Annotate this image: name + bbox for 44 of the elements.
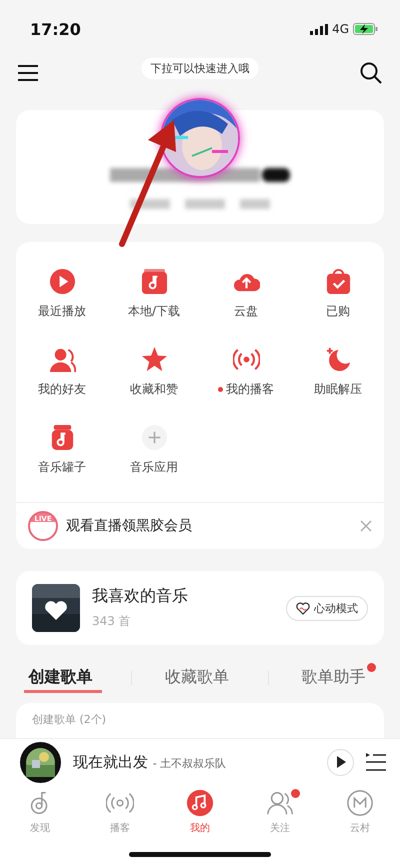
liked-music-card[interactable]: 我喜欢的音乐 343 首 心动模式 bbox=[16, 571, 384, 645]
playlist-icon[interactable] bbox=[366, 752, 386, 772]
shopping-bag-icon bbox=[324, 268, 352, 295]
shortcut-item[interactable]: 音乐应用 bbox=[108, 424, 200, 476]
friends-icon bbox=[48, 346, 76, 373]
shortcut-item[interactable]: 我的好友 bbox=[16, 346, 108, 398]
shortcut-item[interactable]: 音乐罐子 bbox=[16, 424, 108, 476]
heart-icon bbox=[296, 602, 310, 614]
mini-player[interactable]: 现在就出发 - 土不叔叔乐队 bbox=[0, 739, 400, 785]
music-album-icon bbox=[140, 268, 168, 295]
playlist-title: 我喜欢的音乐 bbox=[92, 586, 189, 607]
playlist-tab[interactable]: 歌单助手 bbox=[298, 663, 376, 693]
broadcast-icon bbox=[232, 346, 260, 373]
search-icon[interactable] bbox=[360, 62, 382, 84]
song-count: 343 首 bbox=[92, 613, 132, 630]
promo-text[interactable]: 观看直播领黑胶会员 bbox=[66, 517, 352, 535]
play-button[interactable] bbox=[327, 748, 354, 776]
add-icon bbox=[140, 424, 168, 451]
now-playing-text: 现在就出发 - 土不叔叔乐队 bbox=[73, 752, 228, 772]
nav-tab[interactable]: 我的 bbox=[178, 789, 222, 837]
playlist-tab[interactable]: 创建歌单 bbox=[24, 663, 102, 693]
village-icon bbox=[346, 789, 374, 817]
heartbeat-mode-button[interactable]: 心动模式 bbox=[286, 596, 368, 620]
music-note-icon bbox=[186, 789, 214, 817]
pull-down-hint: 下拉可以快速进入哦 bbox=[142, 58, 258, 79]
shortcut-item[interactable]: 云盘 bbox=[200, 268, 292, 320]
battery-charging-icon bbox=[353, 23, 378, 35]
people-icon bbox=[266, 789, 294, 817]
shortcut-item[interactable]: 我的播客 bbox=[200, 346, 292, 398]
signal-icon bbox=[310, 24, 328, 34]
star-icon bbox=[140, 346, 168, 373]
moon-icon bbox=[324, 346, 352, 373]
shortcut-item[interactable]: 已购 bbox=[292, 268, 384, 320]
playlist-tab[interactable]: 收藏歌单 bbox=[160, 663, 239, 693]
shortcut-item[interactable]: 本地/下载 bbox=[108, 268, 200, 320]
shortcut-item[interactable]: 最近播放 bbox=[16, 268, 108, 320]
network-type: 4G bbox=[332, 22, 349, 36]
shortcut-item[interactable]: 收藏和赞 bbox=[108, 346, 200, 398]
menu-icon[interactable] bbox=[18, 65, 38, 81]
section-title: 创建歌单 (2个) bbox=[32, 713, 106, 726]
status-time: 17:20 bbox=[30, 20, 81, 38]
play-icon bbox=[336, 756, 346, 768]
shortcut-item[interactable]: 助眠解压 bbox=[292, 346, 384, 398]
play-icon bbox=[48, 268, 76, 295]
